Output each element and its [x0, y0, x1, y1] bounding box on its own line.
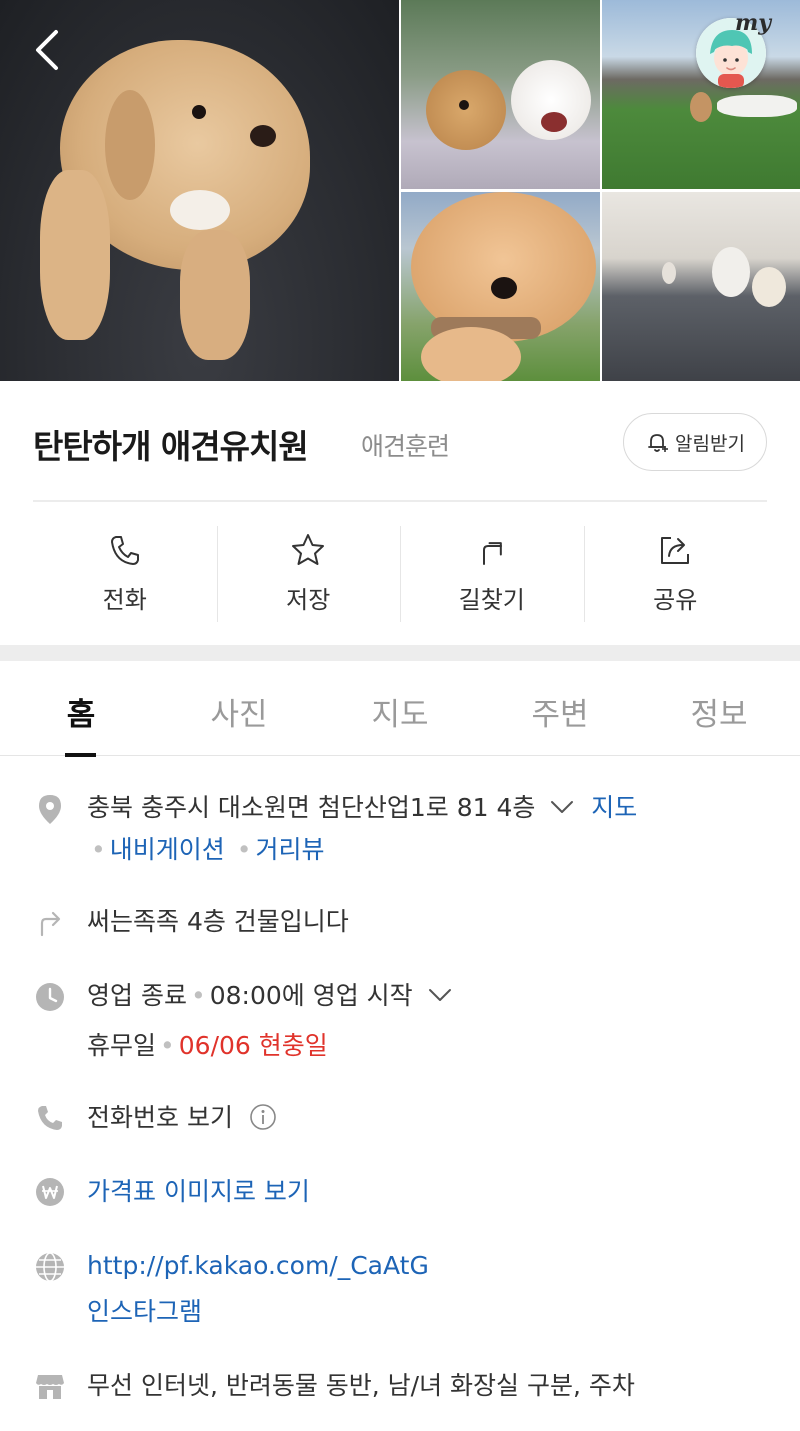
separator-dot: •: [160, 1031, 175, 1060]
tab-map[interactable]: 지도: [360, 689, 440, 734]
street-view-link[interactable]: 거리뷰: [255, 835, 324, 864]
tab-photos[interactable]: 사진: [199, 689, 279, 734]
separator-dot: •: [190, 981, 206, 1010]
star-icon: [292, 534, 325, 565]
facilities-text: 무선 인터넷, 반려동물 동반, 남/녀 화장실 구분, 주차: [87, 1371, 635, 1400]
section-separator: [0, 645, 800, 661]
tab-info[interactable]: 정보: [679, 689, 759, 734]
photo-thumb-closeup[interactable]: [401, 192, 600, 381]
bell-icon: [648, 434, 669, 452]
phone-label: 전화번호 보기: [87, 1103, 233, 1132]
directions-icon: [482, 542, 502, 565]
chevron-down-icon[interactable]: [549, 799, 575, 815]
website-row: http://pf.kakao.com/_CaAtG 인스타그램: [33, 1246, 780, 1336]
place-category: 애견훈련: [361, 432, 450, 461]
price-link[interactable]: 가격표 이미지로 보기: [87, 1172, 310, 1212]
save-label: 저장: [286, 586, 331, 614]
photo-thumb-indoor[interactable]: +4: [602, 192, 800, 381]
navigation-link[interactable]: 내비게이션: [110, 835, 225, 864]
phone-row[interactable]: 전화번호 보기: [33, 1098, 780, 1138]
photo-thumb-car[interactable]: [401, 0, 600, 189]
info-icon[interactable]: [249, 1103, 277, 1131]
hours-toggle[interactable]: 영업 종료 • 08:00에 영업 시작: [87, 976, 461, 1016]
address-text: 충북 충주시 대소원면 첨단산업1로 81 4층: [87, 793, 536, 822]
directions-label: 길찾기: [458, 586, 525, 614]
photo-gallery: +4 my: [0, 0, 800, 381]
share-label: 공유: [653, 586, 698, 614]
hours-next: 08:00에 영업 시작: [209, 981, 413, 1010]
tab-bar: 홈 사진 지도 주변 정보: [0, 661, 800, 757]
facilities-row: 무선 인터넷, 반려동물 동반, 남/녀 화장실 구분, 주차: [33, 1366, 780, 1406]
notify-button[interactable]: 알림받기: [623, 413, 767, 471]
active-tab-indicator: [65, 753, 96, 757]
won-icon: [33, 1175, 67, 1209]
call-label: 전화: [102, 586, 147, 614]
store-icon: [33, 1369, 67, 1403]
call-button[interactable]: 전화: [33, 526, 217, 622]
main-photo[interactable]: [0, 0, 399, 381]
location-pin-icon: [33, 792, 67, 826]
place-header: 탄탄하개 애견유치원 애견훈련 알림받기: [33, 412, 767, 472]
save-button[interactable]: 저장: [216, 526, 401, 622]
hours-row: 영업 종료 • 08:00에 영업 시작 휴무일 • 06/06 현충일: [33, 976, 780, 1066]
map-link[interactable]: 지도: [591, 793, 637, 822]
phone-small-icon: [33, 1101, 67, 1135]
my-label: my: [735, 10, 772, 36]
turn-arrow-icon: [33, 905, 67, 939]
tab-home[interactable]: 홈: [41, 689, 121, 734]
tab-nearby[interactable]: 주변: [520, 689, 600, 734]
price-row[interactable]: 가격표 이미지로 보기: [33, 1172, 780, 1212]
address-row: 충북 충주시 대소원면 첨단산업1로 81 4층 지도 • 내비게이션 • 거리뷰: [33, 788, 780, 878]
chevron-down-icon: [428, 989, 451, 1001]
directions-note: 써는족족 4층 건물입니다: [87, 907, 349, 936]
directions-button[interactable]: 길찾기: [400, 526, 584, 622]
closed-label: 휴무일: [87, 1031, 157, 1060]
website-link[interactable]: http://pf.kakao.com/_CaAtG: [87, 1246, 429, 1286]
closed-date: 06/06 현충일: [178, 1031, 328, 1060]
share-button[interactable]: 공유: [583, 526, 768, 622]
divider: [33, 500, 767, 502]
back-arrow-icon[interactable]: [30, 28, 64, 72]
globe-icon: [33, 1250, 67, 1284]
notify-label: 알림받기: [675, 432, 745, 455]
clock-icon: [33, 980, 67, 1014]
separator-dot: •: [91, 835, 106, 864]
separator-dot: •: [236, 835, 252, 864]
share-icon: [661, 537, 690, 564]
directions-note-row: 써는족족 4층 건물입니다: [33, 902, 780, 942]
place-name: 탄탄하개 애견유치원: [33, 427, 309, 466]
action-bar: 전화 저장 길찾기 공유: [33, 526, 767, 622]
instagram-link[interactable]: 인스타그램: [87, 1292, 202, 1332]
phone-icon: [110, 536, 139, 565]
hours-status: 영업 종료: [87, 981, 187, 1010]
